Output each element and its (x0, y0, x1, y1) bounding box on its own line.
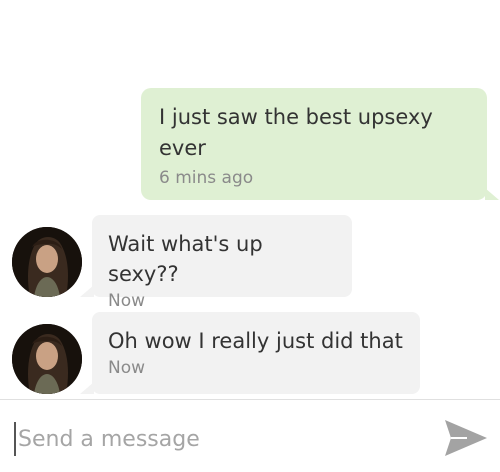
avatar-photo-icon (12, 324, 82, 394)
message-timestamp: Now (108, 291, 146, 311)
incoming-message-bubble: Oh wow I really just did that Now (80, 312, 420, 394)
chat-screen: I just saw the best upsexy ever 6 mins a… (0, 0, 500, 472)
user-avatar[interactable] (12, 227, 82, 297)
message-text: Oh wow I really just did that (108, 329, 403, 353)
message-timestamp: Now (108, 358, 146, 378)
incoming-message-row: Wait what's up sexy?? Now (0, 215, 500, 311)
message-text: I just saw the best upsexy ever (159, 105, 433, 160)
user-avatar[interactable] (12, 324, 82, 394)
incoming-message-bubble: Wait what's up sexy?? Now (80, 215, 352, 311)
incoming-message-row: Oh wow I really just did that Now (0, 312, 500, 397)
outgoing-message-bubble: I just saw the best upsexy ever 6 mins a… (141, 88, 499, 200)
message-text: Wait what's up sexy?? (108, 232, 263, 286)
send-icon (445, 420, 487, 456)
send-button[interactable] (443, 418, 489, 458)
avatar-photo-icon (12, 227, 82, 297)
message-timestamp: 6 mins ago (159, 168, 254, 188)
message-input[interactable] (14, 422, 418, 456)
message-composer (0, 399, 500, 472)
